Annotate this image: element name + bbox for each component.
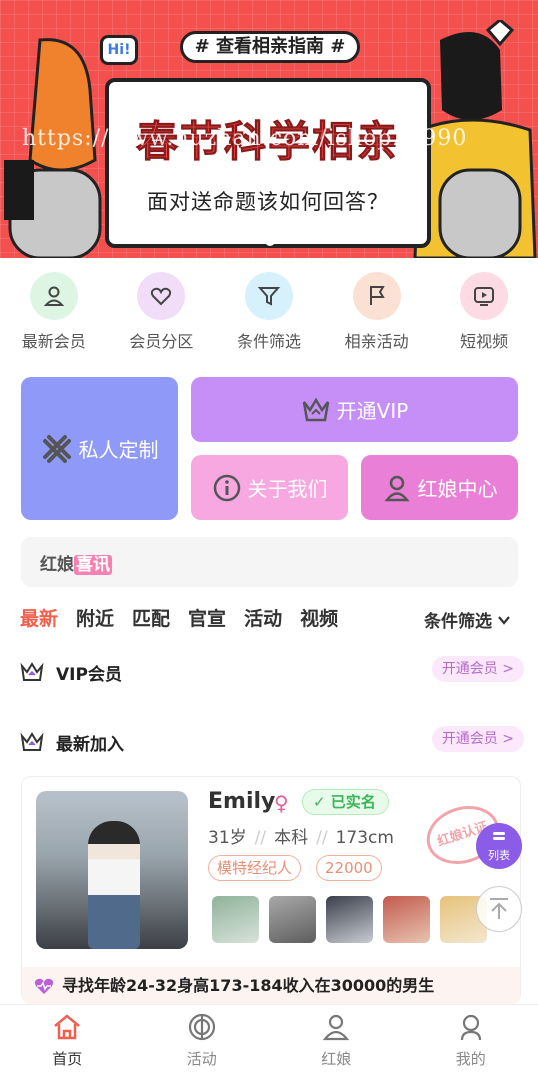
quick-item-member-zone[interactable]: 会员分区 [108,272,216,352]
profile-icon [460,1014,481,1041]
nav-label: 活动 [186,1050,217,1068]
chevron-down-icon [498,615,510,625]
list-view-button[interactable]: 列表 [476,823,522,869]
quick-item-label: 短视频 [460,332,509,351]
flag-icon [352,272,401,320]
tab-video[interactable]: 视频 [300,604,338,634]
vip-section-header: VIP会员 [20,657,122,687]
crown-icon [302,397,329,421]
member-card[interactable]: Emily ♀ ✓ 已实名 31岁 // 本科 // 173cm 模特经纪人 22000… [21,776,521,1005]
about-us-label: 关于我们 [247,477,328,501]
gallery-thumb[interactable] [212,896,259,943]
arrow-up-icon [490,898,508,919]
nav-label: 首页 [52,1050,83,1068]
gallery-thumb[interactable] [269,896,316,943]
tab-nearby[interactable]: 附近 [76,604,114,634]
good-news-bar[interactable]: 红娘 喜讯 [21,537,518,587]
verified-badge: ✓ 已实名 [302,789,389,815]
matchmaker-icon [383,475,410,501]
watermark-text: https://www.huzhan.com/ishop26990 [22,126,468,151]
video-icon [460,272,509,320]
nav-label: 红娘 [321,1050,352,1068]
shield-check-icon: ✓ [313,793,331,811]
quick-item-label: 相亲活动 [344,332,409,351]
member-wish: 寻找年龄24-32身高173-184收入在30000的男生 [22,967,520,1005]
member-education: 本科 [274,828,309,848]
nav-label: 我的 [455,1050,486,1068]
crown-icon [20,732,44,751]
quick-item-label: 会员分区 [129,332,194,351]
verified-label: 已实名 [330,793,376,811]
heart-chat-icon [137,272,186,320]
member-tag-income: 22000 [316,855,382,881]
banner-subtitle: 面对送命题该如何回答？ [147,190,389,214]
tab-match[interactable]: 匹配 [132,604,170,634]
member-tag-occupation: 模特经纪人 [208,855,302,881]
member-wish-text: 寻找年龄24-32身高173-184收入在30000的男生 [62,976,435,995]
info-icon [213,474,240,501]
quick-menu: 最新会员 会员分区 条件筛选 相亲活动 短视频 [0,272,538,352]
matchmaker-center-label: 红娘中心 [417,477,498,501]
matchmaker-center-tile[interactable]: 红娘中心 [361,455,518,520]
tab-official[interactable]: 官宣 [188,604,226,634]
nav-activity[interactable]: 活动 [135,1005,270,1080]
crown-icon [20,662,44,681]
custom-service-tile[interactable]: 私人定制 [21,377,178,520]
banner-tag: # 查看相亲指南 # [180,31,360,63]
open-vip-label: 开通VIP [336,399,409,423]
nav-matchmaker[interactable]: 红娘 [269,1005,404,1080]
condition-filter-label: 条件筛选 [424,612,492,632]
gallery-thumb[interactable] [326,896,373,943]
custom-service-label: 私人定制 [78,438,159,462]
nav-home[interactable]: 首页 [0,1005,135,1080]
user-icon [29,272,78,320]
open-vip-tile[interactable]: 开通VIP [191,377,518,442]
banner-board: 春节科学相亲 面对送命题该如何回答？ [105,78,431,248]
nav-profile[interactable]: 我的 [404,1005,538,1080]
quick-item-events[interactable]: 相亲活动 [323,272,431,352]
member-height: 173cm [335,828,394,848]
vip-section-title: VIP会员 [56,664,122,685]
promo-banner[interactable]: Hi! # 查看相亲指南 # 春节科学相亲 面对送命题该如何回答？ https:… [0,0,538,258]
feed-tabs: 最新 附近 匹配 官宣 活动 视频 [20,604,338,634]
member-name: Emily [208,789,276,814]
activity-icon [188,1013,215,1041]
open-membership-button[interactable]: 开通会员 > [431,656,524,682]
female-icon: ♀ [274,791,289,815]
latest-section-header: 最新加入 [20,727,124,757]
divider: // [316,828,328,848]
gallery-thumb[interactable] [383,896,430,943]
good-news-badge: 喜讯 [74,555,112,575]
tab-activity[interactable]: 活动 [244,604,282,634]
bottom-navigation: 首页 活动 红娘 我的 [0,1004,538,1080]
heart-pulse-icon [34,978,54,994]
quick-item-filter[interactable]: 条件筛选 [215,272,323,352]
list-icon [493,832,505,840]
quick-item-label: 条件筛选 [236,332,301,351]
condition-filter-dropdown[interactable]: 条件筛选 [424,607,512,632]
home-icon [54,1014,81,1040]
member-age: 31岁 [208,828,247,848]
open-membership-button[interactable]: 开通会员 > [431,726,524,752]
member-gallery [212,896,487,943]
divider: // [254,828,267,848]
matchmaker-icon [322,1014,350,1041]
member-photo[interactable] [36,791,188,949]
puzzle-icon [42,434,71,463]
quick-item-latest-members[interactable]: 最新会员 [0,272,108,352]
back-to-top-button[interactable] [476,886,522,932]
member-meta: 31岁 // 本科 // 173cm [208,823,394,848]
carousel-indicator[interactable] [265,236,275,246]
tab-latest[interactable]: 最新 [20,604,58,634]
member-photo-figure [88,821,140,949]
quick-item-videos[interactable]: 短视频 [430,272,538,352]
good-news-label: 红娘 喜讯 [40,550,112,575]
latest-section-title: 最新加入 [56,734,124,755]
quick-item-label: 最新会员 [21,332,86,351]
good-news-prefix: 红娘 [40,555,74,575]
filter-icon [244,272,293,320]
list-view-label: 列表 [488,849,510,862]
about-us-tile[interactable]: 关于我们 [191,455,348,520]
